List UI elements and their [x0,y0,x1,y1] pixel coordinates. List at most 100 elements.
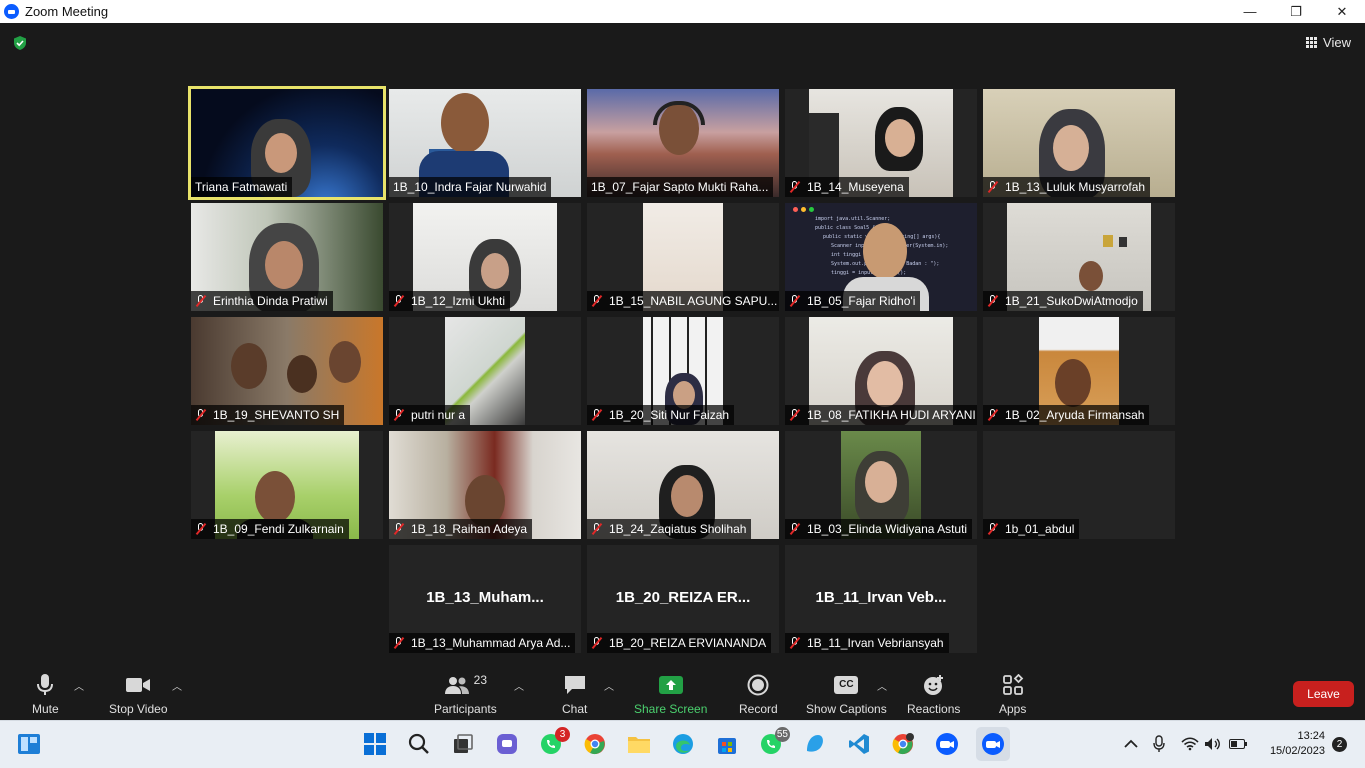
video-camera-icon [126,678,151,692]
search-icon[interactable] [406,731,432,757]
volume-icon[interactable] [1200,731,1226,757]
video-tile[interactable]: 1B_13_Luluk Musyarrofah [983,89,1175,197]
video-tile[interactable]: 1B_09_Fendi Zulkarnain [191,431,383,539]
view-label: View [1323,35,1351,50]
video-tile[interactable]: 1B_08_FATIKHA HUDI ARYANI [785,317,977,425]
close-button[interactable]: ✕ [1319,0,1365,23]
leave-button[interactable]: Leave [1293,681,1354,707]
participants-options-caret[interactable]: ︿ [514,678,524,693]
chat-button[interactable]: Chat [562,672,587,716]
muted-mic-icon [591,637,603,649]
video-tile[interactable]: Erinthia Dinda Pratiwi [191,203,383,311]
participant-name-tag: 1B_05_Fajar Ridho'i [785,291,921,311]
video-tile[interactable]: 1B_18_Raihan Adeya [389,431,581,539]
taskbar-clock[interactable]: 13:24 15/02/2023 [1270,729,1325,759]
mute-button[interactable]: Mute [32,672,59,716]
notification-count-badge[interactable]: 2 [1332,737,1347,752]
video-tile[interactable]: import java.util.Scanner; public class S… [785,203,977,311]
chrome-profile-icon[interactable] [890,731,916,757]
participant-name-tag: 1B_15_NABIL AGUNG SAPU... [587,291,779,311]
participant-name-tag: Triana Fatmawati [191,177,293,197]
mute-options-caret[interactable]: ︿ [74,678,84,693]
apps-button[interactable]: Apps [999,672,1026,716]
title-bar: Zoom Meeting — ❐ ✕ [0,0,1365,23]
video-tile[interactable]: Triana Fatmawati [188,86,386,200]
vscode-icon[interactable] [846,731,872,757]
meeting-toolbar: Mute ︿ Stop Video ︿ 23 Participants ︿ Ch… [0,664,1365,720]
video-tile[interactable]: 1B_14_Museyena [785,89,977,197]
video-tile[interactable]: 1B_20_Siti Nur Faizah [587,317,779,425]
stop-video-button[interactable]: Stop Video [109,672,168,716]
participant-name-tag: 1B_14_Museyena [785,177,909,197]
participant-name-tag: 1B_18_Raihan Adeya [389,519,533,539]
participant-name-tag: 1B_03_Elinda Widiyana Astuti [785,519,973,539]
meeting-area: View Triana Fatmawati 1B_10_Indra Fajar … [0,23,1365,664]
task-view-icon[interactable] [450,731,476,757]
video-tile[interactable]: 1B_13_Muham... 1B_13_Muhammad Arya Ad... [389,545,581,653]
video-tile[interactable]: putri nur a [389,317,581,425]
video-tile[interactable]: 1B_07_Fajar Sapto Mukti Raha... [587,89,779,197]
chrome-icon[interactable] [582,731,608,757]
apps-icon [1002,674,1023,695]
teams-chat-icon[interactable] [494,731,520,757]
participants-icon [444,677,469,694]
participant-name-tag: 1B_21_SukoDwiAtmodjo [983,291,1143,311]
edge-icon[interactable] [670,731,696,757]
video-tile[interactable]: 1B_12_Izmi Ukhti [389,203,581,311]
muted-mic-icon [789,523,801,535]
clock-time: 13:24 [1297,730,1325,742]
zoom-meeting-active-icon[interactable] [976,727,1010,761]
muted-mic-icon [987,295,999,307]
participant-name-tag: Erinthia Dinda Pratiwi [191,291,333,311]
participant-display-name: 1B_11_Irvan Veb... [815,589,947,606]
file-explorer-icon[interactable] [626,731,652,757]
participant-name-tag: 1B_08_FATIKHA HUDI ARYANI [785,405,977,425]
video-tile[interactable]: 1B_21_SukoDwiAtmodjo [983,203,1175,311]
zoom-icon[interactable] [934,731,960,757]
maximize-button[interactable]: ❐ [1273,0,1319,23]
muted-mic-icon [987,523,999,535]
security-shield-icon[interactable] [12,35,28,51]
windows-start-icon[interactable] [362,731,388,757]
muted-mic-icon [987,181,999,193]
video-tile[interactable]: 1B_24_Zaqiatus Sholihah [587,431,779,539]
video-tile[interactable]: 1B_02_Aryuda Firmansah [983,317,1175,425]
microsoft-store-icon[interactable] [714,731,740,757]
show-captions-button[interactable]: CC Show Captions [806,672,887,716]
muted-mic-icon [195,523,207,535]
video-tile[interactable]: 1B_11_Irvan Veb... 1B_11_Irvan Vebriansy… [785,545,977,653]
share-screen-icon [658,676,683,694]
widgets-icon[interactable] [16,731,42,757]
video-tile[interactable]: 1B_20_REIZA ER... 1B_20_REIZA ERVIANANDA [587,545,779,653]
record-icon [747,674,769,696]
smiley-icon [923,675,943,695]
show-hidden-icons-chevron[interactable] [1118,731,1144,757]
video-tile[interactable]: 1b_01_abdul [983,431,1175,539]
video-tile[interactable]: 1B_15_NABIL AGUNG SAPU... [587,203,779,311]
participant-name-tag: 1B_12_Izmi Ukhti [389,291,511,311]
whatsapp-icon[interactable]: 3 [538,727,570,757]
chat-options-caret[interactable]: ︿ [604,678,614,693]
participant-name-tag: 1b_01_abdul [983,519,1080,539]
cc-icon: CC [834,676,859,694]
battery-icon[interactable] [1225,731,1251,757]
grid-view-icon [1306,37,1318,48]
minimize-button[interactable]: — [1227,0,1273,23]
participant-name-tag: 1B_11_Irvan Vebriansyah [785,633,949,653]
app-bird-icon[interactable] [802,731,828,757]
video-tile[interactable]: 1B_19_SHEVANTO SH [191,317,383,425]
clock-date: 15/02/2023 [1269,745,1325,757]
video-tile[interactable]: 1B_03_Elinda Widiyana Astuti [785,431,977,539]
participant-name-tag: 1B_20_Siti Nur Faizah [587,405,735,425]
video-tile[interactable]: 1B_10_Indra Fajar Nurwahid [389,89,581,197]
system-microphone-icon[interactable] [1146,731,1172,757]
participants-button[interactable]: 23 Participants [434,672,497,716]
record-button[interactable]: Record [739,672,778,716]
reactions-button[interactable]: Reactions [907,672,960,716]
captions-options-caret[interactable]: ︿ [877,678,887,693]
share-screen-button[interactable]: Share Screen [634,672,707,716]
view-button[interactable]: View [1306,35,1351,50]
whatsapp-business-icon[interactable]: 55 [758,727,790,757]
participant-name-tag: 1B_09_Fendi Zulkarnain [191,519,349,539]
video-options-caret[interactable]: ︿ [172,678,182,693]
